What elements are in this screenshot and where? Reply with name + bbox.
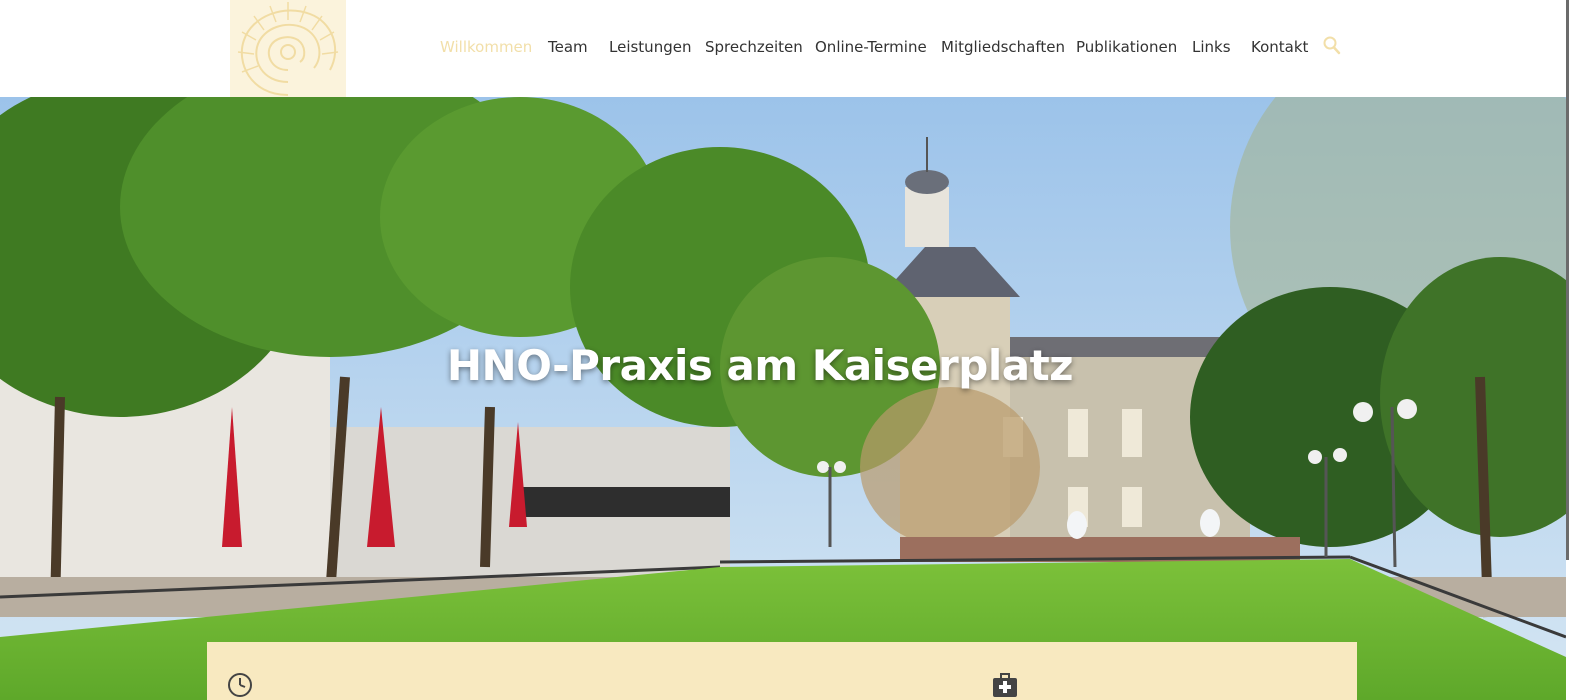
site-header: Willkommen Team Leistungen Sprechzeiten … (0, 0, 1566, 97)
search-icon[interactable] (1323, 36, 1341, 56)
nav-item-leistungen[interactable]: Leistungen (609, 38, 691, 56)
nav-item-willkommen[interactable]: Willkommen (440, 38, 532, 56)
hero-background-image (0, 97, 1566, 700)
main-navigation: Willkommen Team Leistungen Sprechzeiten … (0, 0, 1566, 97)
nav-item-links[interactable]: Links (1192, 38, 1231, 56)
scrollbar-thumb[interactable] (1566, 0, 1569, 560)
nav-item-kontakt[interactable]: Kontakt (1251, 38, 1308, 56)
hero-banner: HNO-Praxis am Kaiserplatz (0, 97, 1566, 700)
nav-item-online-termine[interactable]: Online-Termine (815, 38, 927, 56)
nav-item-publikationen[interactable]: Publikationen (1076, 38, 1177, 56)
info-box (207, 642, 1357, 700)
clock-icon (227, 672, 253, 698)
medical-kit-icon (992, 672, 1018, 698)
nav-item-team[interactable]: Team (548, 38, 588, 56)
hero-title: HNO-Praxis am Kaiserplatz (446, 341, 1074, 390)
nav-item-mitgliedschaften[interactable]: Mitgliedschaften (941, 38, 1065, 56)
nav-item-sprechzeiten[interactable]: Sprechzeiten (705, 38, 803, 56)
scrollbar-track[interactable] (1566, 0, 1596, 700)
